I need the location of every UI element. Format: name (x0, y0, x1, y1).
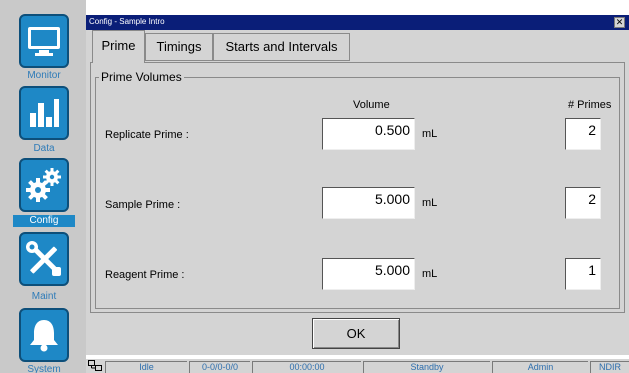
sidebar-item-label: Config (13, 215, 75, 227)
status-counter: 0-0/0-0/0 (189, 361, 250, 373)
status-detector: NDIR (590, 361, 629, 373)
sample-prime-label: Sample Prime : (105, 199, 181, 211)
sidebar-item-config[interactable]: Config (13, 158, 75, 230)
replicate-prime-count-input[interactable]: 2 (565, 118, 601, 150)
window-title: Config - Sample Intro (89, 17, 165, 26)
tab-timings[interactable]: Timings (145, 33, 213, 61)
sidebar: Monitor Data Config Maint System (0, 0, 86, 373)
tab-prime[interactable]: Prime (92, 30, 145, 63)
prime-tab-panel: Prime Volumes Volume # Primes Replicate … (90, 62, 625, 313)
replicate-prime-volume-input[interactable]: 0.500 (322, 118, 415, 150)
sample-prime-volume-input[interactable]: 5.000 (322, 187, 415, 219)
network-icon (88, 360, 102, 373)
group-title: Prime Volumes (99, 70, 184, 84)
gears-icon (19, 158, 69, 212)
sidebar-item-label: Data (33, 143, 55, 154)
monitor-icon (19, 14, 69, 68)
reagent-prime-count-input[interactable]: 1 (565, 258, 601, 290)
status-user: Admin (492, 361, 588, 373)
sample-prime-count-input[interactable]: 2 (565, 187, 601, 219)
status-mode: Standby (363, 361, 490, 373)
status-time: 00:00:00 (252, 361, 361, 373)
tab-starts-and-intervals[interactable]: Starts and Intervals (213, 33, 350, 61)
sidebar-item-system[interactable]: System (13, 308, 75, 373)
ok-button[interactable]: OK (312, 318, 400, 349)
primes-column-header: # Primes (568, 99, 612, 111)
tools-icon (19, 232, 69, 286)
sidebar-item-monitor[interactable]: Monitor (13, 14, 75, 86)
replicate-prime-label: Replicate Prime : (105, 129, 189, 141)
sidebar-item-label: System (27, 364, 61, 373)
volume-column-header: Volume (353, 99, 390, 111)
window-titlebar: Config - Sample Intro ✕ (86, 15, 629, 30)
reagent-prime-unit: mL (422, 268, 438, 280)
reagent-prime-volume-input[interactable]: 5.000 (322, 258, 415, 290)
sample-prime-unit: mL (422, 197, 438, 209)
sidebar-item-maint[interactable]: Maint (13, 232, 75, 304)
reagent-prime-label: Reagent Prime : (105, 269, 185, 281)
config-window: Config - Sample Intro ✕ Prime Timings St… (86, 15, 629, 355)
sidebar-item-data[interactable]: Data (13, 86, 75, 158)
bar-chart-icon (19, 86, 69, 140)
bell-icon (19, 308, 69, 362)
replicate-prime-unit: mL (422, 128, 438, 140)
status-bar: Idle 0-0/0-0/0 00:00:00 Standby Admin ND… (86, 359, 629, 373)
sidebar-item-label: Monitor (27, 70, 61, 81)
sidebar-item-label: Maint (31, 291, 57, 302)
status-state: Idle (105, 361, 187, 373)
close-button[interactable]: ✕ (614, 17, 625, 28)
